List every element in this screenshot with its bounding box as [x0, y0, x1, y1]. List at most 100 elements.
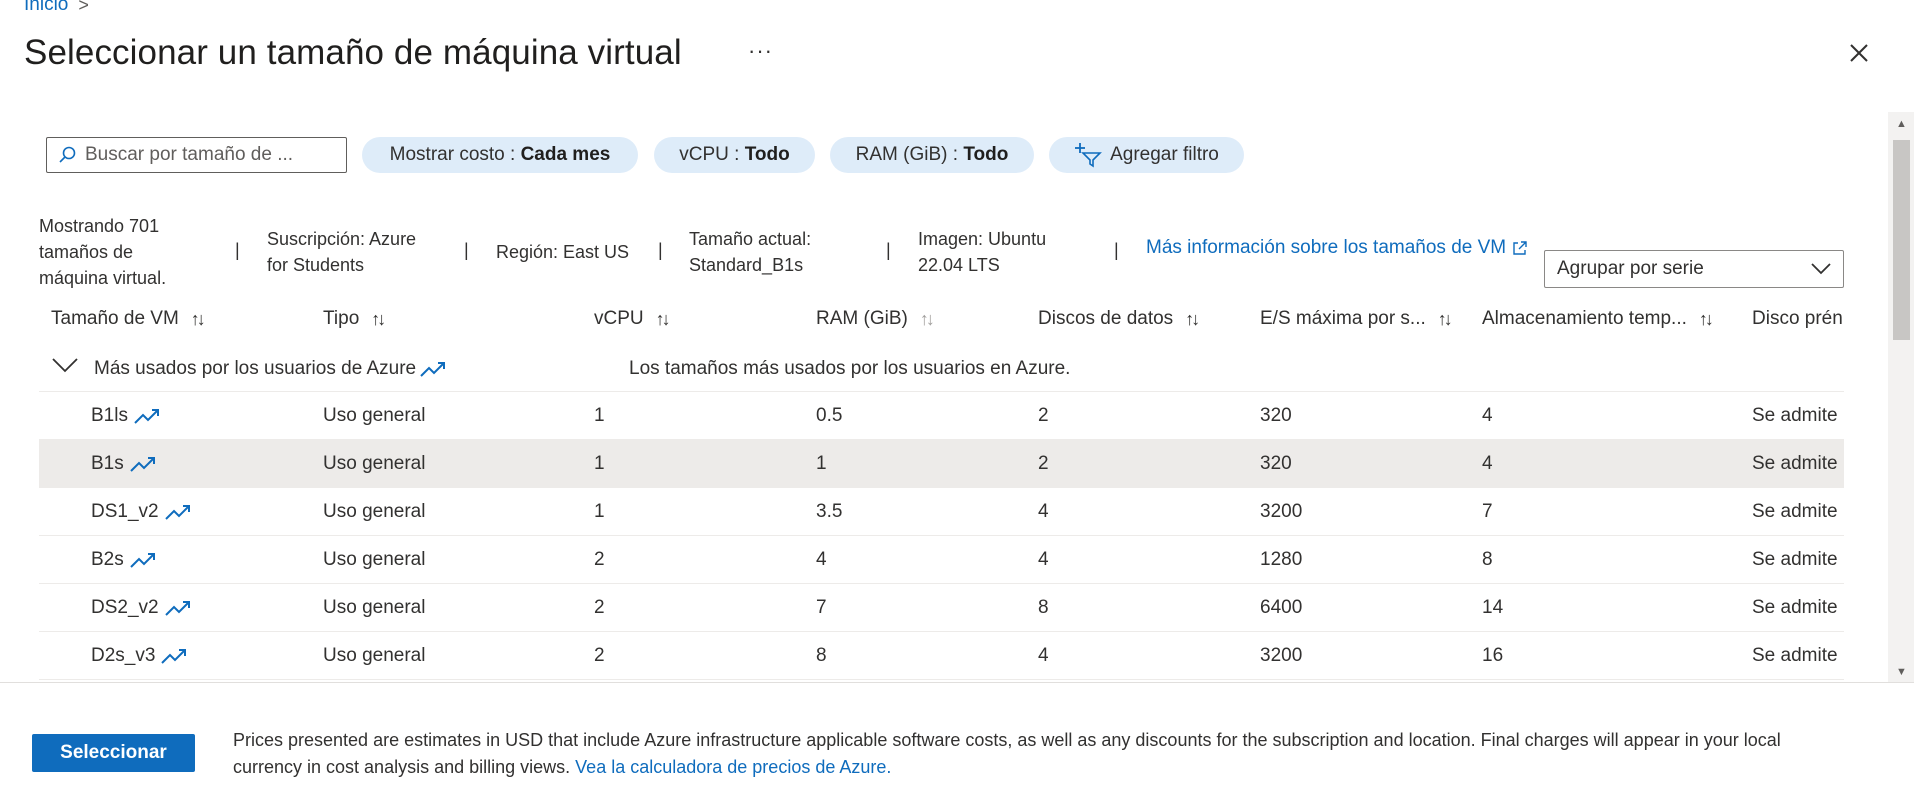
- trending-icon: [130, 457, 155, 472]
- cell-data-disks: 4: [1038, 645, 1049, 667]
- scrollbar-thumb[interactable]: [1893, 140, 1910, 340]
- search-input[interactable]: Buscar por tamaño de ...: [46, 137, 347, 173]
- cell-temp-storage: 7: [1482, 501, 1493, 523]
- table-body: B1ls Uso general 1 0.5 2 320 4 Se admite B1s Uso …: [39, 392, 1844, 680]
- column-header-max-iops[interactable]: E/S máxima por s... ↑↓: [1260, 308, 1453, 330]
- group-header-most-used: Más usados por los usuarios de Azure Los…: [39, 344, 1844, 392]
- cell-vcpu-text: 1: [594, 453, 605, 474]
- table-row[interactable]: DS1_v2 Uso general 1 3.5 4 3200 7 Se admite: [39, 488, 1844, 536]
- pricing-disclaimer: Prices presented are estimates in USD th…: [233, 727, 1853, 781]
- cell-premium-disk-text: Se admite: [1752, 501, 1838, 522]
- add-filter-button[interactable]: Agregar filtro: [1049, 137, 1244, 173]
- info-separator: |: [235, 240, 240, 260]
- filter-ram-value: Todo: [963, 144, 1009, 165]
- cell-vcpu-text: 2: [594, 597, 605, 618]
- cell-max-iops-text: 1280: [1260, 549, 1303, 570]
- cell-vcpu-text: 2: [594, 645, 605, 666]
- cell-vcpu: 1: [594, 501, 605, 523]
- cell-vcpu: 2: [594, 549, 605, 571]
- cell-type: Uso general: [323, 549, 425, 571]
- table-row[interactable]: B2s Uso general 2 4 4 1280 8 Se admite: [39, 536, 1844, 584]
- subscription-info: Suscripción: Azure for Students: [267, 229, 417, 275]
- column-header-label: Tipo: [323, 308, 360, 329]
- cell-premium-disk-text: Se admite: [1752, 453, 1838, 474]
- cell-ram-text: 0.5: [816, 405, 843, 426]
- cell-temp-storage-text: 4: [1482, 453, 1493, 474]
- chevron-down-icon[interactable]: [51, 356, 79, 374]
- table-row[interactable]: D2s_v3 Uso general 2 8 4 3200 16 Se admite: [39, 632, 1844, 680]
- cell-ram-text: 7: [816, 597, 827, 618]
- cell-data-disks-text: 8: [1038, 597, 1049, 618]
- column-header-vcpu[interactable]: vCPU ↑↓: [594, 308, 671, 330]
- cell-vcpu-text: 2: [594, 549, 605, 570]
- filter-cost-value: Cada mes: [520, 144, 611, 165]
- group-by-dropdown[interactable]: Agrupar por serie: [1544, 250, 1844, 288]
- cell-vcpu: 2: [594, 645, 605, 667]
- trending-icon: [130, 553, 155, 568]
- more-options-button[interactable]: ···: [748, 38, 773, 64]
- chevron-down-icon: [1811, 263, 1831, 275]
- filter-ram-pill[interactable]: RAM (GiB) : Todo: [830, 137, 1034, 173]
- cell-max-iops: 1280: [1260, 549, 1302, 571]
- column-header-data-disks[interactable]: Discos de datos ↑↓: [1038, 308, 1200, 330]
- cell-data-disks-text: 4: [1038, 549, 1049, 570]
- info-separator: |: [464, 240, 469, 260]
- close-icon: [1850, 44, 1868, 62]
- scroll-down-arrow-icon[interactable]: ▼: [1896, 666, 1907, 678]
- table-header: Tamaño de VM ↑↓ Tipo ↑↓ vCPU ↑↓ RAM (GiB) ↑↓…: [39, 294, 1844, 344]
- cell-ram: 1: [816, 453, 827, 475]
- group-description: Los tamaños más usados por los usuarios …: [629, 358, 1071, 379]
- group-title-label: Más usados por los usuarios de Azure: [94, 358, 417, 379]
- cell-premium-disk: Se admite: [1752, 645, 1838, 667]
- breadcrumb: Inicio >: [24, 0, 89, 16]
- cell-temp-storage-text: 14: [1482, 597, 1504, 618]
- cell-ram-text: 1: [816, 453, 827, 474]
- cell-data-disks: 4: [1038, 501, 1049, 523]
- cell-type-text: Uso general: [323, 405, 426, 426]
- cell-temp-storage: 16: [1482, 645, 1503, 667]
- cell-type-text: Uso general: [323, 501, 426, 522]
- close-button[interactable]: [1844, 38, 1874, 68]
- cell-data-disks-text: 2: [1038, 453, 1049, 474]
- vertical-scrollbar[interactable]: ▲ ▼: [1888, 112, 1914, 682]
- page-title: Seleccionar un tamaño de máquina virtual: [24, 33, 682, 72]
- column-header-temp-storage[interactable]: Almacenamiento temp... ↑↓: [1482, 308, 1714, 330]
- table-row[interactable]: DS2_v2 Uso general 2 7 8 6400 14 Se admite: [39, 584, 1844, 632]
- breadcrumb-home-link[interactable]: Inicio: [24, 0, 68, 16]
- column-header-label: RAM (GiB): [816, 308, 908, 329]
- filter-vcpu-value: Todo: [744, 144, 790, 165]
- cell-vcpu-text: 1: [594, 501, 605, 522]
- breadcrumb-separator: >: [78, 0, 89, 15]
- cell-type: Uso general: [323, 597, 425, 619]
- trending-icon: [134, 409, 159, 424]
- column-header-label: Discos de datos: [1038, 308, 1174, 329]
- info-separator: |: [886, 240, 891, 260]
- trending-icon: [161, 649, 187, 664]
- filter-cost-pill[interactable]: Mostrar costo : Cada mes: [362, 137, 638, 173]
- cell-premium-disk: Se admite: [1752, 453, 1838, 475]
- cell-temp-storage: 8: [1482, 549, 1493, 571]
- add-filter-icon: [1075, 143, 1103, 168]
- cell-max-iops-text: 320: [1260, 405, 1292, 426]
- sort-icon: ↑↓: [655, 308, 671, 329]
- column-header-label: Almacenamiento temp...: [1482, 308, 1687, 329]
- table-row[interactable]: B1s Uso general 1 1 2 320 4 Se admite: [39, 440, 1844, 488]
- vm-sizes-info-link[interactable]: Más información sobre los tamaños de VM: [1146, 237, 1528, 259]
- table-row[interactable]: B1ls Uso general 1 0.5 2 320 4 Se admite: [39, 392, 1844, 440]
- pricing-calculator-link[interactable]: Vea la calculadora de precios de Azure.: [575, 757, 891, 777]
- cell-max-iops: 3200: [1260, 501, 1302, 523]
- select-button[interactable]: Seleccionar: [32, 734, 195, 772]
- column-header-ram[interactable]: RAM (GiB) ↑↓: [816, 308, 935, 330]
- cell-temp-storage: 4: [1482, 405, 1493, 427]
- cell-max-iops: 320: [1260, 453, 1292, 475]
- filter-vcpu-pill[interactable]: vCPU : Todo: [654, 137, 815, 173]
- column-header-type[interactable]: Tipo ↑↓: [323, 308, 386, 330]
- column-header-premium-disk[interactable]: Disco prén: [1752, 308, 1844, 330]
- scroll-up-arrow-icon[interactable]: ▲: [1896, 118, 1907, 130]
- search-placeholder: Buscar por tamaño de ...: [85, 144, 294, 165]
- search-icon: [59, 146, 76, 163]
- sort-icon: ↑↓: [1437, 308, 1453, 329]
- column-header-size[interactable]: Tamaño de VM ↑↓: [51, 308, 206, 330]
- cell-ram-text: 8: [816, 645, 827, 666]
- cell-data-disks: 4: [1038, 549, 1049, 571]
